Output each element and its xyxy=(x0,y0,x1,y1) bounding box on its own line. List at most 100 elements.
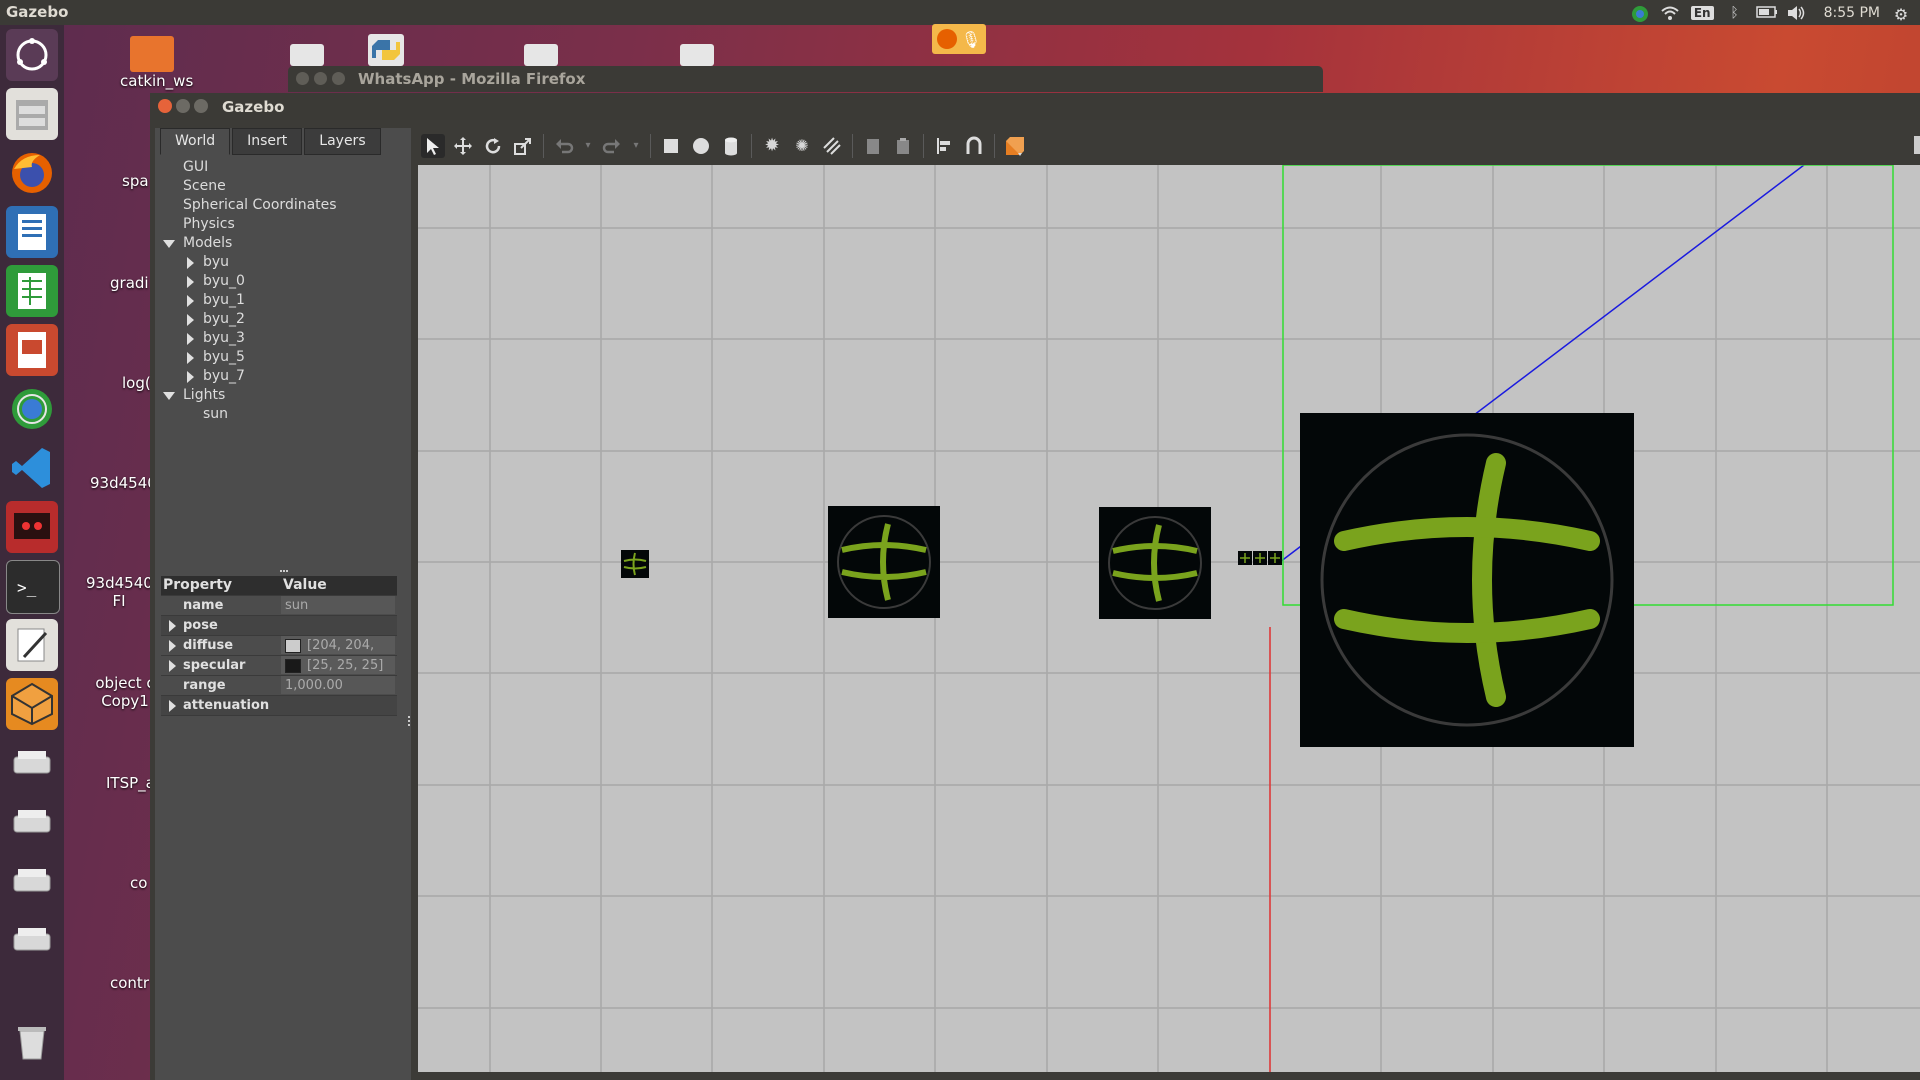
color-swatch[interactable] xyxy=(285,658,301,673)
paste-icon[interactable] xyxy=(891,134,915,158)
tree-item-model[interactable]: byu_1 xyxy=(161,291,401,310)
trash-icon[interactable] xyxy=(6,1015,58,1067)
clock[interactable]: 8:55 PM xyxy=(1824,5,1880,21)
tree-item-model[interactable]: byu_7 xyxy=(161,367,401,386)
ff-close-button[interactable] xyxy=(296,72,309,85)
property-value-field[interactable]: sun xyxy=(281,596,395,614)
firefox-icon[interactable] xyxy=(6,147,58,199)
ff-maximize-button[interactable] xyxy=(332,72,345,85)
toolbar-overflow-handle[interactable] xyxy=(1914,136,1920,154)
property-row-attenuation[interactable]: attenuation xyxy=(161,696,397,716)
spot-light-icon[interactable]: ✺ xyxy=(790,134,814,158)
maximize-button[interactable] xyxy=(194,99,208,113)
close-button[interactable] xyxy=(158,99,172,113)
property-row-diffuse[interactable]: diffuse [204, 204, 20... xyxy=(161,636,397,656)
property-value-field[interactable]: 1,000.00 xyxy=(281,676,395,694)
rotate-icon[interactable] xyxy=(481,134,505,158)
copy-icon[interactable] xyxy=(861,134,885,158)
keyboard-layout-indicator[interactable]: En xyxy=(1690,5,1714,20)
tree-item-scene[interactable]: Scene xyxy=(161,177,401,196)
box-shape-icon[interactable] xyxy=(659,134,683,158)
property-row-pose[interactable]: pose xyxy=(161,616,397,636)
drive-icon-3[interactable] xyxy=(6,855,58,907)
property-row-range[interactable]: range 1,000.00 xyxy=(161,676,397,696)
desktop-icon-log[interactable]: log( xyxy=(122,374,151,392)
desktop-icon-spa[interactable]: spa xyxy=(122,172,149,190)
tree-item-model[interactable]: byu_2 xyxy=(161,310,401,329)
collapse-arrow-icon[interactable] xyxy=(187,371,194,383)
property-value-field[interactable]: [204, 204, 20... xyxy=(281,636,395,654)
expand-arrow-icon[interactable] xyxy=(163,392,175,400)
volume-icon[interactable] xyxy=(1786,5,1804,21)
ff-minimize-button[interactable] xyxy=(314,72,327,85)
directional-light-icon[interactable] xyxy=(820,134,844,158)
libreoffice-calc-icon[interactable] xyxy=(6,265,58,317)
chrome-tray-icon[interactable] xyxy=(1631,5,1649,22)
tab-layers[interactable]: Layers xyxy=(304,128,381,155)
tree-item-lights[interactable]: Lights xyxy=(161,386,401,405)
collapse-arrow-icon[interactable] xyxy=(187,333,194,345)
tree-item-model[interactable]: byu xyxy=(161,253,401,272)
collapse-arrow-icon[interactable] xyxy=(187,295,194,307)
dash-home-icon[interactable] xyxy=(6,29,58,81)
point-light-icon[interactable]: ✹ xyxy=(760,134,784,158)
desktop-icon-itsp[interactable]: ITSP_a xyxy=(106,774,155,792)
files-icon[interactable] xyxy=(6,88,58,140)
desktop-icon-93d4540c[interactable]: 93d4540c FI xyxy=(86,574,161,610)
sphere-shape-icon[interactable] xyxy=(689,134,713,158)
tab-world[interactable]: World xyxy=(160,128,231,155)
redo-dropdown-icon[interactable]: ▾ xyxy=(630,134,642,158)
tree-item-light-sun[interactable]: sun xyxy=(161,405,401,424)
scene-canvas[interactable] xyxy=(418,165,1920,1072)
tree-item-spherical-coordinates[interactable]: Spherical Coordinates xyxy=(161,196,401,215)
tree-item-model[interactable]: byu_0 xyxy=(161,272,401,291)
background-firefox-window[interactable]: WhatsApp - Mozilla Firefox xyxy=(288,66,1323,92)
wifi-icon[interactable] xyxy=(1661,5,1679,21)
libreoffice-impress-icon[interactable] xyxy=(6,324,58,376)
undo-dropdown-icon[interactable]: ▾ xyxy=(582,134,594,158)
snap-icon[interactable] xyxy=(962,134,986,158)
battery-icon[interactable] xyxy=(1755,5,1777,21)
undo-icon[interactable] xyxy=(552,134,576,158)
collapse-arrow-icon[interactable] xyxy=(169,660,176,672)
gazebo-title-bar[interactable]: Gazebo xyxy=(150,93,1920,120)
property-row-name[interactable]: name sun xyxy=(161,596,397,616)
desktop-icon-contr[interactable]: contr xyxy=(110,974,149,992)
scale-icon[interactable] xyxy=(511,134,535,158)
tree-item-models[interactable]: Models xyxy=(161,234,401,253)
tree-item-gui[interactable]: GUI xyxy=(161,158,401,177)
settings-gear-icon[interactable]: ⚙ xyxy=(1892,5,1910,24)
desktop-file-icon[interactable] xyxy=(524,44,558,66)
desktop-icon-93d4540[interactable]: 93d4540 xyxy=(90,474,157,492)
collapse-arrow-icon[interactable] xyxy=(187,352,194,364)
desktop-icon-gradi[interactable]: gradi xyxy=(110,274,149,292)
drive-icon-4[interactable] xyxy=(6,914,58,966)
vscode-icon[interactable] xyxy=(6,442,58,494)
view-angle-icon[interactable] xyxy=(1003,134,1027,158)
property-row-specular[interactable]: specular [25, 25, 25] (... xyxy=(161,656,397,676)
expand-arrow-icon[interactable] xyxy=(163,240,175,248)
collapse-arrow-icon[interactable] xyxy=(169,700,176,712)
desktop-file-icon[interactable] xyxy=(680,44,714,66)
tree-item-model[interactable]: byu_5 xyxy=(161,348,401,367)
screen-recorder-icon[interactable] xyxy=(6,501,58,553)
text-editor-icon[interactable] xyxy=(6,619,58,671)
desktop-icon-catkin[interactable]: catkin_ws xyxy=(120,36,193,90)
desktop-file-icon[interactable] xyxy=(290,44,324,66)
drive-icon-2[interactable] xyxy=(6,796,58,848)
chrome-browser-icon[interactable] xyxy=(6,383,58,435)
collapse-arrow-icon[interactable] xyxy=(187,314,194,326)
collapse-arrow-icon[interactable] xyxy=(187,257,194,269)
libreoffice-writer-icon[interactable] xyxy=(6,206,58,258)
redo-icon[interactable] xyxy=(600,134,624,158)
tree-item-physics[interactable]: Physics xyxy=(161,215,401,234)
color-swatch[interactable] xyxy=(285,638,301,653)
select-arrow-icon[interactable] xyxy=(421,133,445,158)
desktop-icon-object[interactable]: object c Copy1 xyxy=(92,674,158,710)
drive-icon-1[interactable] xyxy=(6,737,58,789)
property-value-field[interactable]: [25, 25, 25] (... xyxy=(281,656,395,674)
sharing-indicator[interactable]: 🎙 xyxy=(932,24,986,54)
terminal-icon[interactable]: >_ xyxy=(6,560,60,614)
3d-viewport[interactable] xyxy=(418,165,1920,1072)
tab-insert[interactable]: Insert xyxy=(232,128,303,155)
